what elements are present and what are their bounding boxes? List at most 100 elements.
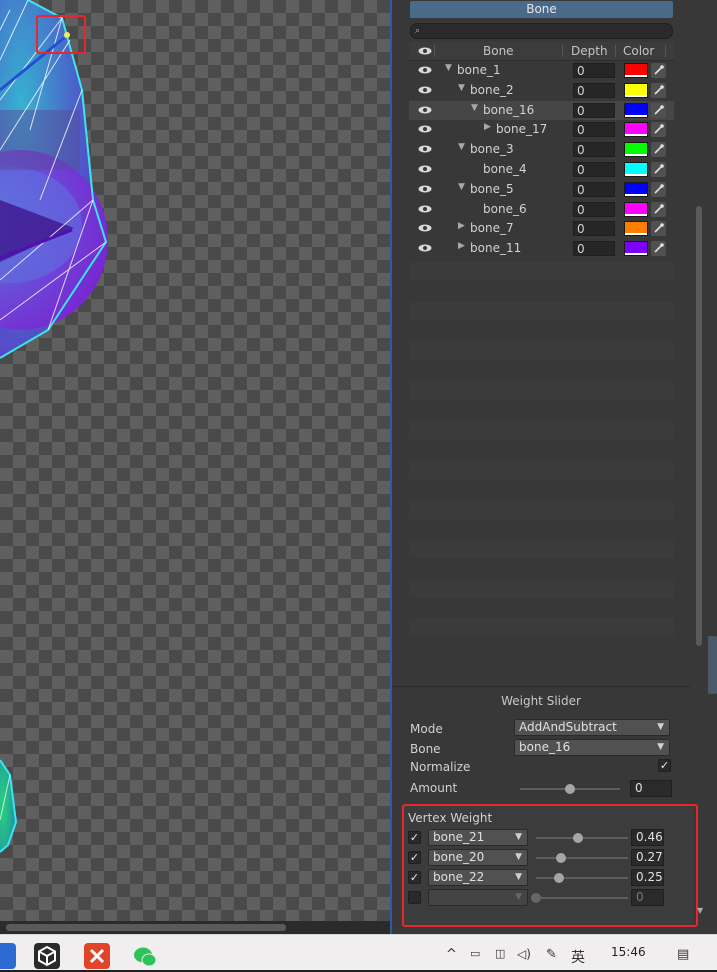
bone-depth-field[interactable]: 0 [573,122,615,138]
visibility-eye-icon[interactable] [418,125,432,133]
expand-triangle-icon[interactable]: ▼ [471,103,478,113]
expand-triangle-icon[interactable]: ▼ [458,142,465,152]
bone-depth-field[interactable]: 0 [573,142,615,158]
bone-depth-field[interactable]: 0 [573,221,615,237]
xmind-app-icon[interactable] [84,943,110,969]
bone-row[interactable]: ▶ bone_7 0 [409,219,674,238]
bone-color-swatch[interactable] [624,63,648,78]
empty-list-row [409,618,674,638]
eyedropper-icon[interactable] [651,201,666,217]
wechat-app-icon[interactable] [132,943,158,969]
eyedropper-icon[interactable] [651,241,666,257]
bone-color-swatch[interactable] [624,241,648,257]
eyedropper-icon[interactable] [651,221,666,237]
normalize-checkbox[interactable]: ✓ [658,759,671,772]
network-icon[interactable]: ◫ [495,947,505,960]
visibility-eye-icon[interactable] [418,66,432,74]
empty-list-row [409,559,674,578]
bone-depth-field[interactable]: 0 [573,102,615,118]
expand-triangle-icon[interactable]: ▼ [445,63,452,73]
horizontal-scroll-thumb[interactable] [6,924,286,931]
empty-list-row [409,361,674,380]
weight-slider-title: Weight Slider [501,694,581,708]
eyedropper-icon[interactable] [651,122,666,138]
visibility-eye-icon[interactable] [418,224,432,232]
notification-icon[interactable]: ▤ [677,947,689,962]
bone-name: bone_11 [470,241,522,256]
bone-row[interactable]: ▼ bone_1 0 [409,61,674,80]
visibility-eye-icon[interactable] [418,145,432,153]
column-depth[interactable]: Depth [571,42,608,60]
scroll-down-arrow-icon[interactable]: ▼ [697,906,703,915]
visibility-eye-icon[interactable] [418,165,432,173]
column-color[interactable]: Color [623,42,654,60]
eyedropper-icon[interactable] [651,142,666,158]
bone-color-swatch[interactable] [624,82,648,98]
collapsed-triangle-icon[interactable]: ▶ [458,241,465,251]
sprite-mesh-overlay[interactable] [0,0,390,934]
expand-triangle-icon[interactable]: ▼ [458,83,465,93]
bone-row[interactable]: ▼ bone_16 0 [409,100,674,120]
eyedropper-icon[interactable] [651,63,666,78]
bone-row[interactable]: ▶ bone_17 0 [409,120,674,139]
bone-depth-field[interactable]: 0 [573,63,615,78]
app-icon[interactable] [0,943,16,969]
empty-list-row [409,598,674,618]
bone-color-swatch[interactable] [624,102,648,118]
expand-triangle-icon[interactable]: ▼ [458,182,465,192]
vertical-scrollbar[interactable] [696,206,702,646]
vertex-weight-highlight [402,804,698,927]
bone-depth-field[interactable]: 0 [573,181,615,197]
clock-time[interactable]: 15:46 [611,945,646,959]
visibility-eye-icon[interactable] [418,106,432,114]
bone-name: bone_6 [483,201,527,216]
chevron-up-icon[interactable]: ^ [446,947,457,962]
visibility-eye-icon[interactable] [418,244,432,252]
bone-row[interactable]: ▼ bone_2 0 [409,81,674,100]
amount-field[interactable]: 0 [630,780,672,797]
pen-icon[interactable]: ✎ [546,947,557,962]
skinning-panel: Bone ⌕ Bone Depth Color ▼ bone_1 0 ▼ bone_2 0… [392,0,717,934]
unity-app-icon[interactable] [34,943,60,969]
bone-color-swatch[interactable] [624,221,648,237]
column-bone[interactable]: Bone [483,42,514,60]
horizontal-scrollbar[interactable] [0,921,390,934]
volume-icon[interactable]: ◁) [517,947,531,961]
bone-row[interactable]: ▶ bone_11 0 [409,239,674,258]
bone-row[interactable]: bone_6 0 [409,200,674,219]
bone-depth-field[interactable]: 0 [573,162,615,177]
bone-depth-field[interactable]: 0 [573,201,615,217]
eyedropper-icon[interactable] [651,82,666,98]
taskbar: ^ ▭ ◫ ◁) ✎ 英 15:46 ▤ [0,934,717,970]
bone-row[interactable]: ▼ bone_5 0 [409,180,674,199]
scene-view[interactable] [0,0,390,934]
ime-indicator[interactable]: 英 [571,947,585,967]
battery-icon[interactable]: ▭ [470,947,480,960]
bone-color-swatch[interactable] [624,201,648,217]
bone-depth-field[interactable]: 0 [573,82,615,98]
empty-list-row [409,499,674,519]
bone-color-swatch[interactable] [624,181,648,197]
collapsed-triangle-icon[interactable]: ▶ [484,122,491,132]
eyedropper-icon[interactable] [651,162,666,177]
empty-list-row [409,400,674,420]
bone-color-swatch[interactable] [624,142,648,158]
visibility-eye-icon[interactable] [418,205,432,213]
collapsed-triangle-icon[interactable]: ▶ [458,221,465,231]
bone-color-swatch[interactable] [624,162,648,177]
visibility-eye-icon[interactable] [418,86,432,94]
empty-list-row [409,460,674,479]
visibility-eye-icon[interactable] [418,185,432,193]
bone-color-swatch[interactable] [624,122,648,138]
bone-search-input[interactable]: ⌕ [410,23,673,39]
amount-slider-knob[interactable] [565,784,575,794]
bone-row[interactable]: bone_4 0 [409,160,674,179]
mode-dropdown[interactable]: AddAndSubtract ▼ [514,719,670,736]
bone-depth-field[interactable]: 0 [573,241,615,257]
bone-row[interactable]: ▼ bone_3 0 [409,140,674,159]
eyedropper-icon[interactable] [651,181,666,197]
panel-edge-handle[interactable] [708,636,717,694]
visibility-eye-icon[interactable] [418,47,432,55]
bone-dropdown[interactable]: bone_16 ▼ [514,739,670,756]
eyedropper-icon[interactable] [651,102,666,118]
